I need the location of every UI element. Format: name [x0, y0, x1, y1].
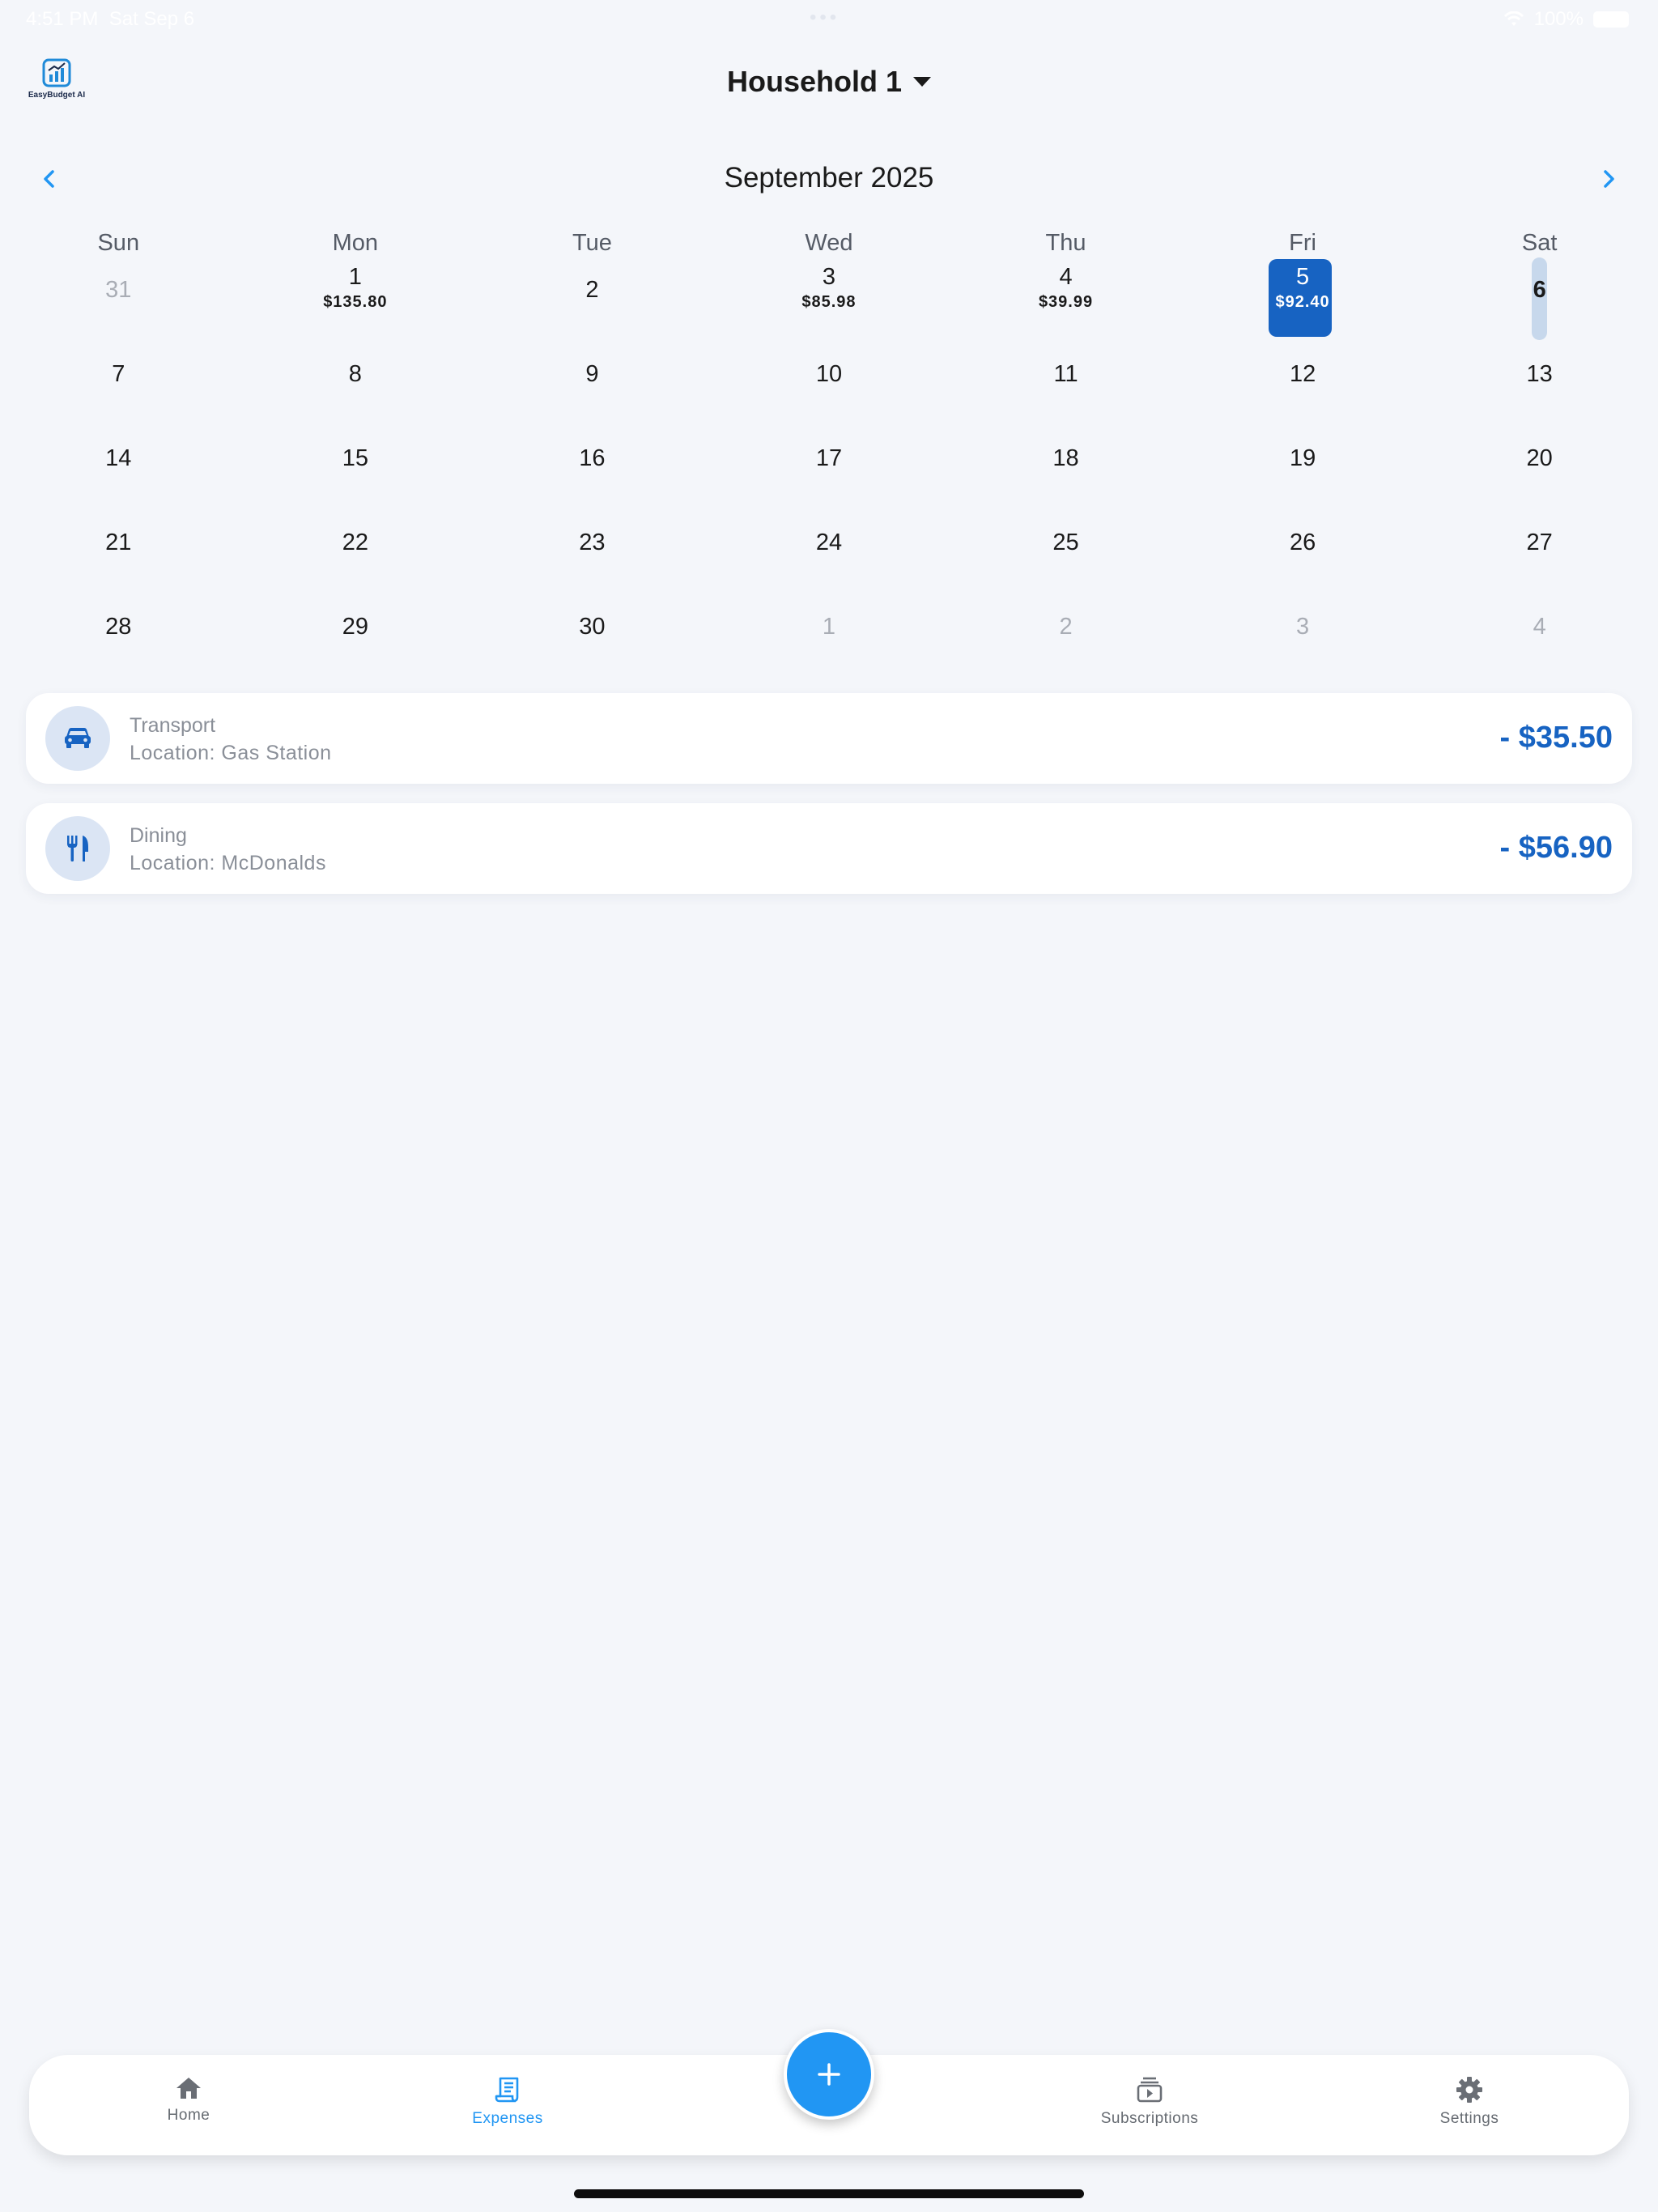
- expense-amount: - $56.90: [1499, 831, 1613, 865]
- expense-location: Location: McDonalds: [130, 852, 326, 874]
- calendar-day[interactable]: 4 $39.99: [947, 230, 1184, 314]
- calendar-day[interactable]: 19: [1184, 398, 1422, 483]
- calendar-day[interactable]: 3: [1184, 567, 1422, 651]
- calendar-day[interactable]: 25: [947, 483, 1184, 567]
- nav-expenses[interactable]: Expenses: [427, 2076, 589, 2128]
- category-icon-badge: [45, 816, 110, 881]
- calendar-day-selected[interactable]: 5 $92.40: [1184, 230, 1422, 337]
- calendar-day[interactable]: 2: [474, 230, 711, 314]
- dropdown-caret-icon: [913, 77, 932, 87]
- utensils-icon: [67, 836, 88, 861]
- calendar-day[interactable]: 24: [711, 483, 948, 567]
- nav-subscriptions[interactable]: Subscriptions: [1069, 2076, 1231, 2128]
- calendar-day[interactable]: 27: [1421, 483, 1658, 567]
- multitask-dots[interactable]: •••: [810, 6, 840, 29]
- calendar-day[interactable]: 26: [1184, 483, 1422, 567]
- calendar-day[interactable]: 20: [1421, 398, 1658, 483]
- calendar-day[interactable]: 9: [474, 314, 711, 398]
- subscriptions-icon: [1137, 2077, 1163, 2103]
- nav-expenses-label: Expenses: [472, 2110, 543, 2127]
- calendar-day[interactable]: 13: [1421, 314, 1658, 398]
- nav-home-label: Home: [167, 2107, 210, 2124]
- calendar-day-today[interactable]: 6: [1421, 230, 1658, 340]
- status-bar: 4:51 PM Sat Sep 6 ••• 100%: [0, 0, 1658, 39]
- calendar-week: 7 8 9 10 11 12 13: [0, 314, 1658, 398]
- calendar-day[interactable]: 12: [1184, 314, 1422, 398]
- calendar-day[interactable]: 18: [947, 398, 1184, 483]
- car-icon: [65, 728, 91, 748]
- home-indicator[interactable]: [574, 2189, 1084, 2198]
- calendar-week: 28 29 30 1 2 3 4: [0, 567, 1658, 651]
- calendar-day[interactable]: 8: [237, 314, 474, 398]
- expense-amount: - $35.50: [1499, 721, 1613, 755]
- calendar-day[interactable]: 10: [711, 314, 948, 398]
- plus-icon: [818, 2063, 840, 2086]
- expense-card[interactable]: Transport Location: Gas Station - $35.50: [26, 693, 1632, 784]
- calendar-day[interactable]: 1: [711, 567, 948, 651]
- calendar-day[interactable]: 28: [0, 567, 237, 651]
- expense-location: Location: Gas Station: [130, 742, 332, 764]
- calendar-day[interactable]: 29: [237, 567, 474, 651]
- calendar-week: 14 15 16 17 18 19 20: [0, 398, 1658, 483]
- calendar: Sun Mon Tue Wed Thu Fri Sat 31 1 $135.80 …: [0, 227, 1658, 651]
- calendar-day[interactable]: 4: [1421, 567, 1658, 651]
- expense-list: Transport Location: Gas Station - $35.50…: [26, 693, 1632, 913]
- gear-icon: [1456, 2077, 1482, 2103]
- day-total: $135.80: [323, 293, 388, 311]
- receipt-icon: [495, 2077, 519, 2103]
- calendar-day[interactable]: 21: [0, 483, 237, 567]
- household-selector[interactable]: Household 1: [0, 65, 1658, 99]
- calendar-day[interactable]: 7: [0, 314, 237, 398]
- month-navigation: September 2025: [0, 159, 1658, 198]
- wifi-icon: [1503, 11, 1524, 26]
- calendar-week: 21 22 23 24 25 26 27: [0, 483, 1658, 567]
- expense-card[interactable]: Dining Location: McDonalds - $56.90: [26, 803, 1632, 894]
- calendar-day[interactable]: 16: [474, 398, 711, 483]
- month-title: September 2025: [724, 162, 934, 194]
- day-total: $92.40: [1275, 293, 1330, 311]
- calendar-day[interactable]: 31: [0, 230, 237, 314]
- calendar-day[interactable]: 22: [237, 483, 474, 567]
- battery-icon: [1593, 11, 1629, 28]
- add-expense-button[interactable]: [784, 2029, 874, 2120]
- calendar-day[interactable]: 23: [474, 483, 711, 567]
- nav-subscriptions-label: Subscriptions: [1100, 2110, 1199, 2127]
- battery-percent: 100%: [1533, 8, 1584, 30]
- day-total: $39.99: [1038, 293, 1094, 311]
- category-icon-badge: [45, 706, 110, 771]
- home-icon: [176, 2078, 201, 2099]
- calendar-day[interactable]: 15: [237, 398, 474, 483]
- status-right: 100%: [1503, 8, 1629, 31]
- nav-settings[interactable]: Settings: [1388, 2076, 1550, 2128]
- calendar-day[interactable]: 3 $85.98: [711, 230, 948, 314]
- calendar-day[interactable]: 11: [947, 314, 1184, 398]
- nav-settings-label: Settings: [1439, 2110, 1499, 2127]
- calendar-week: 31 1 $135.80 2 3 $85.98 4 $39.99 5 $92.40 6: [0, 230, 1658, 340]
- calendar-day[interactable]: 14: [0, 398, 237, 483]
- calendar-day[interactable]: 1 $135.80: [237, 230, 474, 314]
- status-time: 4:51 PM Sat Sep 6: [26, 8, 195, 30]
- chevron-right-icon[interactable]: [1596, 167, 1621, 191]
- expense-category: Dining: [130, 824, 187, 847]
- calendar-day[interactable]: 17: [711, 398, 948, 483]
- household-name: Household 1: [726, 65, 903, 98]
- calendar-day[interactable]: 30: [474, 567, 711, 651]
- calendar-day[interactable]: 2: [947, 567, 1184, 651]
- nav-home[interactable]: Home: [108, 2076, 270, 2125]
- day-total: $85.98: [801, 293, 857, 311]
- expense-category: Transport: [130, 714, 216, 737]
